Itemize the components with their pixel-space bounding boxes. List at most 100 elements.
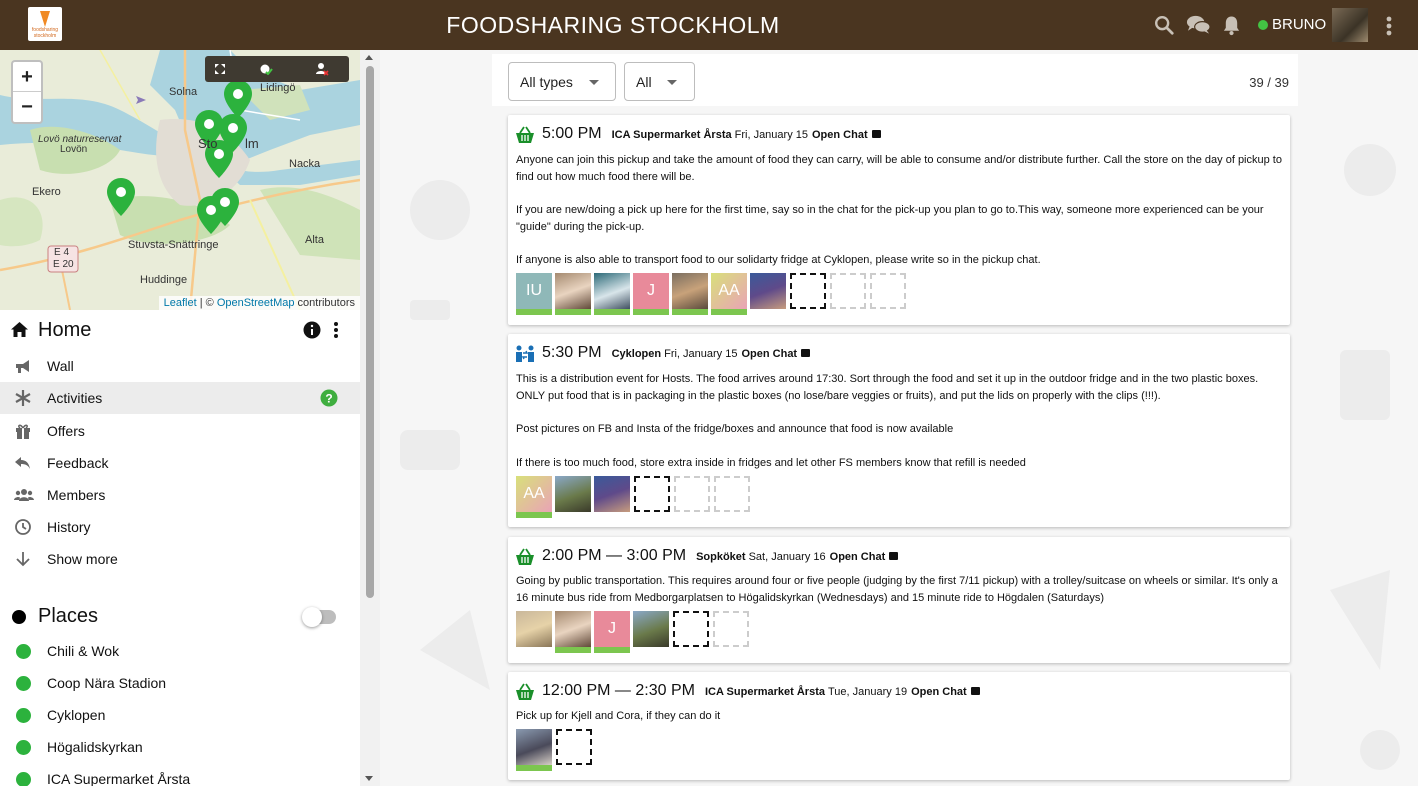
- sidebar-item-activities[interactable]: Activities ?: [0, 382, 360, 414]
- participant-slots: IU J AA: [516, 273, 909, 315]
- activity-time: 5:00 PM: [542, 125, 602, 142]
- participant-avatar[interactable]: [516, 611, 552, 647]
- open-chat-link[interactable]: Open Chat: [741, 348, 797, 360]
- map-label: Huddinge: [140, 274, 188, 286]
- place-item[interactable]: ICA Supermarket Årsta: [0, 763, 360, 786]
- participant-avatar[interactable]: J: [594, 611, 630, 653]
- participant-avatar[interactable]: [594, 273, 630, 315]
- place-item[interactable]: Coop Nära Stadion: [0, 667, 360, 699]
- place-status-dot: [16, 708, 31, 723]
- zoom-in-button[interactable]: +: [13, 62, 41, 92]
- participant-avatar[interactable]: [555, 611, 591, 653]
- place-label: Coop Nära Stadion: [47, 675, 167, 691]
- place-item[interactable]: Cyklopen: [0, 699, 360, 731]
- activity-description: If anyone is also able to transport food…: [516, 254, 1041, 266]
- map-label: Nacka: [289, 158, 321, 170]
- chevron-down-icon: [589, 80, 599, 85]
- sidebar-item-label: Show more: [47, 551, 118, 567]
- join-slot[interactable]: [556, 729, 592, 765]
- empty-slot: [713, 611, 749, 647]
- osm-link[interactable]: OpenStreetMap: [217, 297, 295, 309]
- activities-main: All types All 39 / 39 5:00 PM ICA Superm…: [380, 50, 1418, 786]
- activity-description: If there is too much food, store extra i…: [516, 457, 1026, 469]
- participant-avatar[interactable]: AA: [711, 273, 747, 315]
- places-toggle[interactable]: [302, 607, 336, 627]
- scroll-up-arrow[interactable]: [365, 55, 373, 60]
- participant-avatar[interactable]: [555, 273, 591, 315]
- type-filter-select[interactable]: All types: [508, 62, 616, 101]
- scroll-down-arrow[interactable]: [365, 776, 373, 781]
- username[interactable]: BRUNO: [1272, 16, 1326, 33]
- activity-place-link[interactable]: ICA Supermarket Årsta: [612, 129, 732, 141]
- map-label: lm: [245, 136, 259, 151]
- join-slot[interactable]: [790, 273, 826, 309]
- participant-slots: AA: [516, 476, 753, 518]
- avatar-initials: IU: [526, 282, 542, 299]
- fullscreen-icon[interactable]: [215, 64, 225, 74]
- participant-avatar[interactable]: [750, 273, 786, 309]
- sidebar-item-label: Activities: [47, 390, 103, 406]
- slots-filter-value: All: [636, 74, 652, 90]
- search-icon[interactable]: [1153, 14, 1175, 36]
- participant-avatar[interactable]: IU: [516, 273, 552, 315]
- chat-bubble-icon[interactable]: [871, 130, 881, 138]
- map[interactable]: Solna Lidingö Lovö naturreservat Lovön S…: [0, 50, 360, 310]
- participant-avatar[interactable]: [555, 476, 591, 512]
- sidebar-item-show-more[interactable]: Show more: [0, 543, 360, 575]
- open-chat-link[interactable]: Open Chat: [911, 686, 967, 698]
- activity-place-link[interactable]: Sopköket: [696, 551, 746, 563]
- map-label: Alta: [305, 234, 324, 246]
- participant-avatar[interactable]: [633, 611, 669, 647]
- activity-count: 39 / 39: [1249, 75, 1289, 90]
- empty-slot: [674, 476, 710, 512]
- chat-bubble-icon[interactable]: [970, 687, 980, 695]
- attribution-text: contributors: [294, 297, 355, 309]
- leaflet-link[interactable]: Leaflet: [164, 297, 197, 309]
- more-vert-icon[interactable]: [1382, 15, 1396, 37]
- activity-date: Sat, January 16: [748, 551, 826, 563]
- place-item[interactable]: Högalidskyrkan: [0, 731, 360, 763]
- place-item[interactable]: Chili & Wok: [0, 635, 360, 667]
- zoom-control: + −: [11, 60, 43, 124]
- open-chat-link[interactable]: Open Chat: [830, 551, 886, 563]
- sidebar-item-feedback[interactable]: Feedback: [0, 447, 360, 479]
- participant-avatar[interactable]: [516, 729, 552, 771]
- open-chat-link[interactable]: Open Chat: [812, 129, 868, 141]
- zoom-out-button[interactable]: −: [13, 92, 41, 122]
- group-header[interactable]: Home: [0, 312, 360, 348]
- sidebar-item-wall[interactable]: Wall: [0, 350, 360, 382]
- activity-time: 2:00 PM — 3:00 PM: [542, 547, 687, 564]
- sidebar-item-history[interactable]: History: [0, 511, 360, 543]
- chat-icon[interactable]: [1186, 14, 1211, 36]
- places-header[interactable]: Places: [0, 598, 360, 634]
- place-status-dot: [16, 644, 31, 659]
- show-places-icon[interactable]: [259, 63, 273, 75]
- scroll-thumb[interactable]: [366, 66, 374, 598]
- help-icon[interactable]: ?: [320, 389, 338, 407]
- sidebar-item-members[interactable]: Members: [0, 479, 360, 511]
- activity-place-link[interactable]: Cyklopen: [612, 348, 662, 360]
- info-icon[interactable]: [303, 321, 321, 339]
- participant-avatar[interactable]: [672, 273, 708, 315]
- activity-card: 5:30 PM Cyklopen Fri, January 15 Open Ch…: [508, 334, 1290, 527]
- participant-avatar[interactable]: J: [633, 273, 669, 315]
- chat-bubble-icon[interactable]: [801, 349, 811, 357]
- chat-bubble-icon[interactable]: [889, 552, 899, 560]
- activity-card: 2:00 PM — 3:00 PM Sopköket Sat, January …: [508, 537, 1290, 663]
- join-slot[interactable]: [673, 611, 709, 647]
- participant-avatar[interactable]: [594, 476, 630, 512]
- slots-filter-select[interactable]: All: [624, 62, 695, 101]
- sidebar-item-offers[interactable]: Offers: [0, 415, 360, 447]
- participant-avatar[interactable]: AA: [516, 476, 552, 518]
- activity-place-link[interactable]: ICA Supermarket Årsta: [705, 686, 825, 698]
- bell-icon[interactable]: [1222, 14, 1241, 36]
- avatar-initials: AA: [718, 282, 740, 299]
- avatar-initials: AA: [523, 485, 545, 502]
- user-avatar[interactable]: [1332, 8, 1368, 42]
- map-label: Stuvsta-Snättringe: [128, 239, 219, 251]
- hide-users-icon[interactable]: [315, 62, 329, 76]
- sidebar-scrollbar[interactable]: [360, 50, 380, 786]
- join-slot[interactable]: [634, 476, 670, 512]
- more-vert-icon[interactable]: [332, 321, 340, 339]
- type-filter-value: All types: [520, 74, 573, 90]
